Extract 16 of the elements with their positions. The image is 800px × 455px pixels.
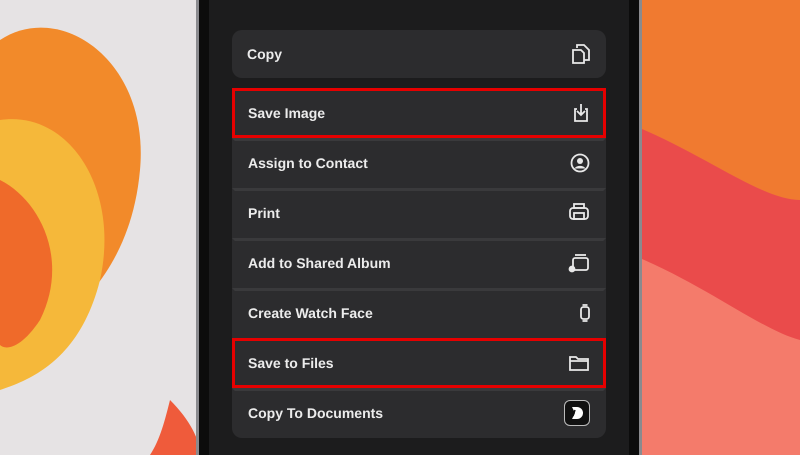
copy-action[interactable]: Copy [232,30,606,78]
copy-icon [571,43,591,65]
printer-icon [568,203,590,223]
share-action[interactable]: Copy To Documents [232,388,606,438]
share-action[interactable]: Add to Shared Album [232,238,606,288]
share-action[interactable]: Assign to Contact [232,138,606,188]
share-action[interactable]: Create Watch Face [232,288,606,338]
documents-app-icon [564,400,590,426]
person-circle-icon [570,153,590,173]
save-icon [572,103,590,123]
share-action[interactable]: Print [232,188,606,238]
folder-icon [568,354,590,372]
shared-album-icon [568,253,590,273]
share-action[interactable]: Save Image [232,88,606,138]
share-action[interactable]: Save to Files [232,338,606,388]
watch-icon [580,304,590,322]
